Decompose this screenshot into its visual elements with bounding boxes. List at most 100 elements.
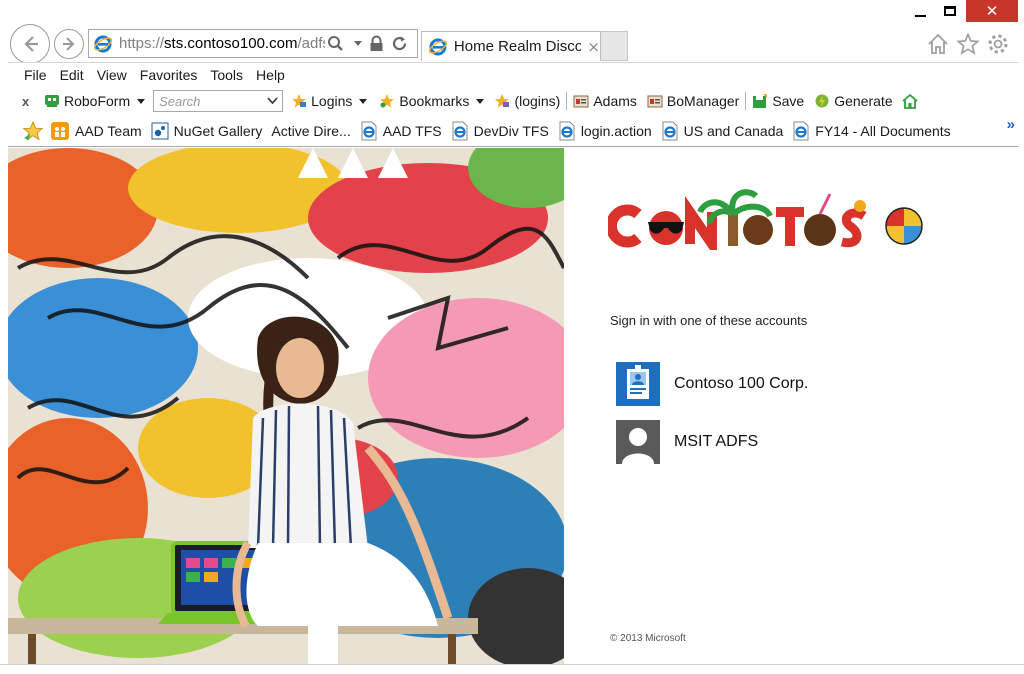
favorite-aad-team[interactable]: AAD Team [50,121,142,141]
menu-view[interactable]: View [97,67,127,83]
chevron-down-icon [476,98,485,104]
graffiti-wall-image [8,148,564,664]
ie-page-icon [361,121,377,140]
logins-label: Logins [311,93,353,109]
favorite-aad-tfs[interactable]: AAD TFS [360,121,442,141]
menu-tools[interactable]: Tools [210,67,243,83]
roboform-menu-button[interactable]: RoboForm [44,93,146,109]
nuget-icon [151,122,169,139]
home-icon[interactable] [901,93,919,109]
page-content: Sign in with one of these accounts Conto… [8,148,1019,664]
user-avatar-icon [616,420,660,464]
refresh-icon[interactable] [391,35,408,52]
chevron-down-icon[interactable] [267,97,278,105]
roboform-toolbar: x RoboForm Search Logins Bookmarks (logi… [8,87,1019,115]
favorite-label: DevDiv TFS [473,122,549,139]
search-icon[interactable] [327,35,344,52]
identity-bomanager-button[interactable]: BoManager [647,93,739,109]
favorite-label: AAD Team [75,122,142,139]
tab-close-icon[interactable]: × [587,38,600,56]
maximize-button[interactable] [936,0,964,22]
bookmarks-label: Bookmarks [399,93,470,109]
settings-gear-icon[interactable] [986,32,1010,56]
favorites-star-icon[interactable] [956,32,980,56]
favorite-fy14-all-documents[interactable]: FY14 - All Documents [792,121,951,141]
tab-title: Home Realm Disco... [453,38,582,55]
signin-panel: Sign in with one of these accounts Conto… [564,148,1019,664]
back-arrow-icon [24,36,38,52]
account-label: MSIT ADFS [674,433,759,450]
favorites-overflow-chevron[interactable]: » [1007,116,1015,133]
signin-prompt: Sign in with one of these accounts [610,313,808,328]
logins-star-icon [495,94,510,108]
identity-adams-button[interactable]: Adams [573,93,637,109]
maximize-icon [944,6,956,16]
save-icon [753,94,768,108]
favorite-us-and-canada[interactable]: US and Canada [661,121,784,141]
contoso-logo [608,189,923,250]
generate-icon [815,94,829,108]
identity-adams-label: Adams [593,93,637,109]
account-contoso-100-corp[interactable]: Contoso 100 Corp. [616,361,956,407]
save-button[interactable]: Save [752,93,804,109]
identity-badge-icon [616,362,660,406]
generate-button[interactable]: Generate [814,93,893,109]
chevron-down-icon [359,98,368,104]
close-button[interactable]: ✕ [966,0,1018,22]
identity-card-icon [573,95,589,108]
toolbar-separator [566,92,568,110]
favorite-login-action[interactable]: login.action [558,121,652,141]
minimize-icon [914,15,926,17]
favorite-label: AAD TFS [382,122,442,139]
favorite-active-directory[interactable]: Active Dire... [271,123,350,139]
browser-title-bar: ✕ https://sts.contoso100.com/adfs/ls Hom… [0,0,1024,64]
address-dropdown-icon[interactable] [354,41,362,46]
forward-arrow-icon [63,37,75,51]
chevron-down-icon [137,98,146,104]
favorite-label: FY14 - All Documents [815,122,951,139]
search-placeholder: Search [159,93,201,109]
ie-page-icon [559,121,575,140]
lock-icon[interactable] [369,35,384,52]
generate-label: Generate [834,93,893,109]
ie-logo-icon [428,38,448,55]
identity-bomanager-label: BoManager [666,93,740,109]
address-url[interactable]: https://sts.contoso100.com/adfs/ls [119,35,325,52]
menu-edit[interactable]: Edit [60,67,84,83]
back-button[interactable] [10,24,50,64]
favorite-label: Active Dire... [271,122,351,139]
roboform-search-input[interactable]: Search [153,90,284,112]
menu-help[interactable]: Help [256,67,285,83]
favorites-add-star-icon[interactable] [22,120,44,142]
hero-illustration [8,148,564,664]
ie-page-icon [452,121,468,140]
favorite-label: US and Canada [683,122,784,139]
bookmarks-star-icon [380,94,395,108]
menu-file[interactable]: File [24,67,47,83]
toolbar-close-button[interactable]: x [22,94,36,109]
logins-menu-button[interactable]: Logins [291,93,368,109]
menu-favorites[interactable]: Favorites [140,67,198,83]
menu-bar: File Edit View Favorites Tools Help [8,62,1019,87]
window-edge [1019,62,1024,674]
tab-home-realm-discovery[interactable]: Home Realm Disco... × [421,31,601,61]
new-tab-button[interactable] [601,31,628,61]
home-icon[interactable] [926,32,950,56]
ie-page-icon [662,121,678,140]
identity-card-icon [647,95,663,108]
favorite-devdiv-tfs[interactable]: DevDiv TFS [451,121,549,141]
logins-paren-label: (logins) [514,93,561,109]
account-msit-adfs[interactable]: MSIT ADFS [616,419,956,465]
address-bar[interactable]: https://sts.contoso100.com/adfs/ls [88,29,418,58]
favorite-nuget-gallery[interactable]: NuGet Gallery [151,122,262,140]
ie-logo-icon [93,35,113,52]
url-domain: sts.contoso100.com [164,35,298,52]
forward-button[interactable] [54,29,84,59]
ie-page-icon [793,121,809,140]
copyright-footer: © 2013 Microsoft [610,633,686,644]
account-label: Contoso 100 Corp. [674,375,809,392]
bookmarks-menu-button[interactable]: Bookmarks [379,93,485,109]
logins-shortcut-button[interactable]: (logins) [494,93,560,109]
team-icon [51,121,69,140]
roboform-icon [45,95,59,107]
